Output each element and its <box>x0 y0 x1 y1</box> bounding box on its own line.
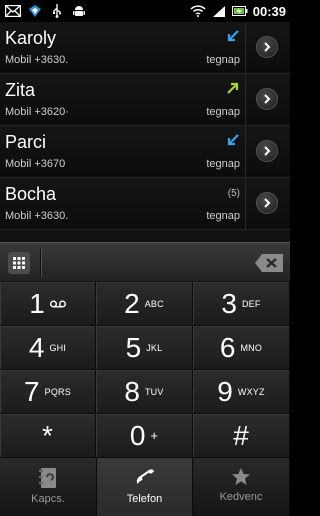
row-divider <box>245 22 246 73</box>
android-icon <box>71 4 87 18</box>
call-date: tegnap <box>206 106 240 118</box>
status-time: 00:39 <box>252 3 286 19</box>
phone-icon <box>136 469 154 484</box>
call-date: tegnap <box>206 158 240 170</box>
bottom-tab-bar: Kapcs. Telefon Kedvenc <box>0 458 290 516</box>
dropbox-icon <box>27 4 43 18</box>
key-letters: DEF <box>241 298 261 309</box>
call-date: tegnap <box>206 210 240 222</box>
call-details-button[interactable] <box>256 36 278 58</box>
key-1[interactable]: 1 <box>0 282 96 326</box>
chevron-right-icon <box>264 42 271 52</box>
key-9[interactable]: 9 WXYZ <box>193 370 290 414</box>
key-letters: MNO <box>240 342 263 353</box>
key-letters: ABC <box>144 298 164 309</box>
call-log-list[interactable]: Karoly Mobil +3630. tegnap Zita Mobil +3… <box>0 22 290 242</box>
status-bar: 00:39 <box>0 0 290 22</box>
phone-number-input[interactable] <box>48 251 238 275</box>
contacts-icon <box>39 468 56 488</box>
key-letters: GHI <box>49 342 67 353</box>
tab-phone[interactable]: Telefon <box>97 458 193 516</box>
call-log-row[interactable]: Karoly Mobil +3630. tegnap <box>0 22 290 74</box>
chevron-right-icon <box>264 198 271 208</box>
key-digit: 8 <box>124 375 140 407</box>
key-star[interactable]: * <box>0 414 96 458</box>
wifi-icon <box>190 4 206 18</box>
call-log-row[interactable]: Bocha Mobil +3630. (5) tegnap <box>0 178 290 230</box>
key-8[interactable]: 8 TUV <box>96 370 193 414</box>
row-divider <box>245 74 246 125</box>
key-5[interactable]: 5 JKL <box>96 326 193 370</box>
call-details-button[interactable] <box>256 88 278 110</box>
key-digit: 3 <box>221 287 237 319</box>
key-digit: * <box>42 419 53 451</box>
chevron-right-icon <box>264 94 271 104</box>
call-log-row-partial[interactable] <box>0 230 290 242</box>
key-3[interactable]: 3 DEF <box>193 282 290 326</box>
row-divider <box>245 178 246 229</box>
usb-icon <box>49 4 65 18</box>
key-letters: WXYZ <box>237 386 265 397</box>
key-7[interactable]: 7 PQRS <box>0 370 96 414</box>
contact-name: Zita <box>5 80 36 100</box>
tab-contacts[interactable]: Kapcs. <box>0 458 97 516</box>
contact-number: Mobil +3630. <box>5 210 69 222</box>
contact-number: Mobil +3630. <box>5 54 69 66</box>
tab-label: Kedvenc <box>219 491 263 503</box>
missed-call-icon <box>227 134 239 146</box>
call-details-button[interactable] <box>256 140 278 162</box>
contact-number: Mobil +3670 <box>5 158 66 170</box>
keypad-icon <box>13 257 25 269</box>
key-digit: 9 <box>217 375 233 407</box>
tab-favorites[interactable]: Kedvenc <box>193 458 290 516</box>
star-icon <box>232 468 250 485</box>
call-log-row[interactable]: Parci Mobil +3670 tegnap <box>0 126 290 178</box>
status-bar-right: 00:39 <box>190 4 290 19</box>
toggle-keypad-button[interactable] <box>8 252 30 274</box>
tab-label: Kapcs. <box>31 493 65 505</box>
key-letters: TUV <box>144 386 164 397</box>
call-count: (5) <box>227 188 240 199</box>
key-letters: JKL <box>146 342 163 353</box>
key-digit: 1 <box>29 287 45 319</box>
key-letters: PQRS <box>44 386 71 397</box>
contact-name: Bocha <box>5 184 57 204</box>
key-digit: 2 <box>124 287 140 319</box>
key-letters: + <box>150 428 159 443</box>
status-bar-left <box>0 4 87 18</box>
battery-icon <box>231 4 248 18</box>
call-details-button[interactable] <box>256 192 278 214</box>
key-6[interactable]: 6 MNO <box>193 326 290 370</box>
mail-icon <box>5 4 21 18</box>
chevron-right-icon <box>264 146 271 156</box>
key-4[interactable]: 4 GHI <box>0 326 96 370</box>
key-digit: 7 <box>24 375 40 407</box>
contact-name: Karoly <box>5 28 57 48</box>
missed-call-icon <box>227 30 239 42</box>
contact-number: Mobil +3620· <box>5 106 69 118</box>
key-hash[interactable]: # <box>193 414 290 458</box>
entry-separator <box>40 249 42 277</box>
key-digit: 4 <box>28 331 45 363</box>
number-entry-bar <box>0 242 290 282</box>
call-log-row[interactable]: Zita Mobil +3620· tegnap <box>0 74 290 126</box>
signal-icon <box>211 4 227 18</box>
key-digit: 6 <box>219 331 236 363</box>
contact-name: Parci <box>5 132 47 152</box>
key-digit: # <box>233 419 249 451</box>
key-0[interactable]: 0 + <box>96 414 193 458</box>
key-digit: 5 <box>125 331 142 363</box>
backspace-button[interactable] <box>254 253 284 273</box>
outgoing-call-icon <box>227 82 239 94</box>
key-2[interactable]: 2 ABC <box>96 282 193 326</box>
call-date: tegnap <box>206 54 240 66</box>
key-digit: 0 <box>129 419 146 451</box>
row-divider <box>245 126 246 177</box>
tab-label: Telefon <box>126 493 163 505</box>
voicemail-icon <box>49 300 66 307</box>
dial-pad: 1 2 ABC 3 DEF 4 GHI 5 JKL 6 MNO 7 PQRS 8… <box>0 282 290 458</box>
